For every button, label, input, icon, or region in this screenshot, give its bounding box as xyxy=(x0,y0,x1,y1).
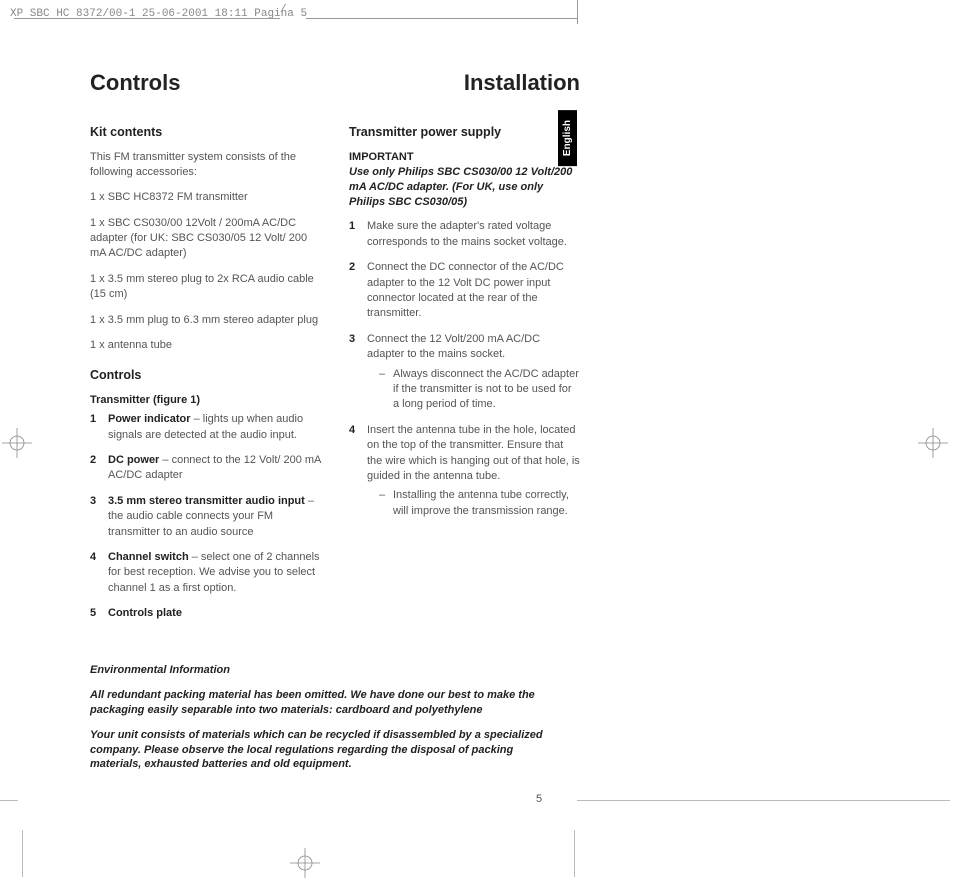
control-item: 33.5 mm stereo transmitter audio input –… xyxy=(90,494,321,540)
registration-mark-icon xyxy=(918,428,948,458)
env-paragraph: Your unit consists of materials which ca… xyxy=(90,728,550,773)
important-text: Use only Philips SBC CS030/00 12 Volt/20… xyxy=(349,165,580,210)
kit-intro: This FM transmitter system consists of t… xyxy=(90,150,321,181)
kit-item: 1 x antenna tube xyxy=(90,338,321,353)
print-header: XP SBC HC 8372/00-1 25-06-2001 18:11 Pag… xyxy=(10,8,307,20)
control-item: 1Power indicator – lights up when audio … xyxy=(90,412,321,443)
kit-item: 1 x 3.5 mm stereo plug to 2x RCA audio c… xyxy=(90,272,321,303)
left-column: Kit contents This FM transmitter system … xyxy=(90,124,321,632)
crop-mark xyxy=(22,830,23,877)
heading-controls: Controls xyxy=(90,70,180,96)
control-item: 4Channel switch – select one of 2 channe… xyxy=(90,550,321,596)
kit-item: 1 x 3.5 mm plug to 6.3 mm stereo adapter… xyxy=(90,313,321,328)
env-paragraph: All redundant packing material has been … xyxy=(90,688,550,718)
right-column: Transmitter power supply IMPORTANT Use o… xyxy=(349,124,580,632)
crop-mark xyxy=(577,800,950,801)
step-item: 2Connect the DC connector of the AC/DC a… xyxy=(349,260,580,322)
registration-mark-icon xyxy=(290,848,320,878)
registration-mark-icon xyxy=(2,428,32,458)
controls-title: Controls xyxy=(90,367,321,385)
kit-item: 1 x SBC CS030/00 12Volt / 200mA AC/DC ad… xyxy=(90,216,321,262)
env-title: Environmental Information xyxy=(90,664,550,676)
page-number: 5 xyxy=(536,793,542,805)
important-label: IMPORTANT xyxy=(349,150,580,165)
control-item: 5Controls plate xyxy=(90,606,321,621)
step-item: 1Make sure the adapter's rated voltage c… xyxy=(349,219,580,250)
power-supply-title: Transmitter power supply xyxy=(349,124,580,142)
step-item: 3Connect the 12 Volt/200 mA AC/DC adapte… xyxy=(349,332,580,413)
kit-contents-title: Kit contents xyxy=(90,124,321,142)
crop-marks-top: / xyxy=(0,0,954,40)
kit-item: 1 x SBC HC8372 FM transmitter xyxy=(90,190,321,205)
environmental-info: Environmental Information All redundant … xyxy=(90,664,550,782)
heading-installation: Installation xyxy=(464,70,580,96)
controls-subhead: Transmitter (figure 1) xyxy=(90,393,321,408)
crop-mark xyxy=(574,830,575,877)
crop-mark xyxy=(0,800,18,801)
control-item: 2DC power – connect to the 12 Volt/ 200 … xyxy=(90,453,321,484)
step-item: 4Insert the antenna tube in the hole, lo… xyxy=(349,423,580,519)
